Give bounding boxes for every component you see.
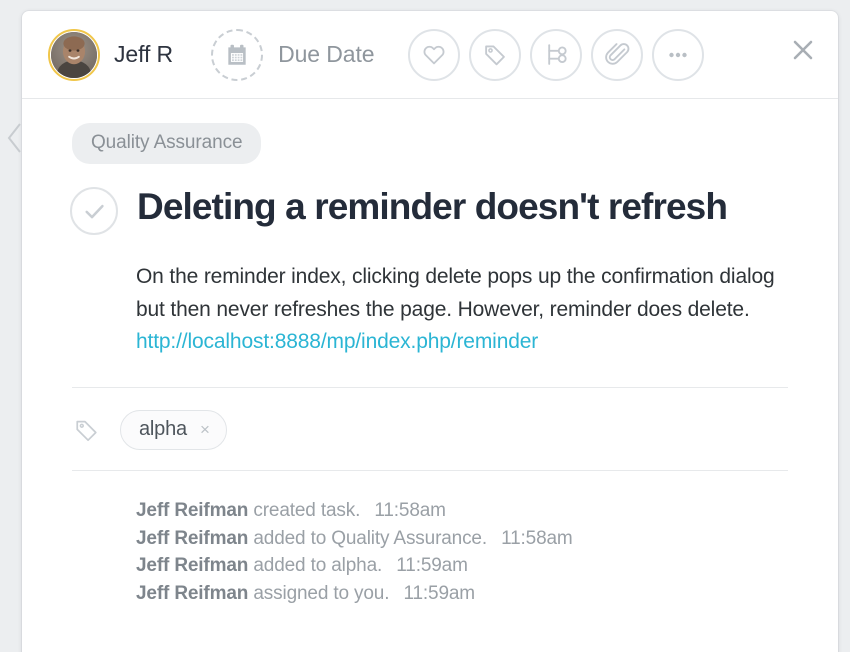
activity-actor: Jeff Reifman <box>136 555 249 577</box>
activity-item: Jeff Reifman created task. 11:58am <box>136 497 812 525</box>
panel-header: Jeff R Due Date <box>22 11 838 99</box>
activity-time: 11:59am <box>403 583 476 605</box>
chevron-left-icon <box>7 123 21 153</box>
tag-row: alpha × <box>72 408 812 452</box>
activity-time: 11:58am <box>374 499 446 521</box>
due-date-control[interactable]: Due Date <box>211 28 375 81</box>
panel-collapse-handle[interactable] <box>4 118 24 158</box>
tag-outline-icon <box>72 417 102 443</box>
assignee-name: Jeff R <box>114 41 174 67</box>
page-title: Deleting a reminder doesn't refresh <box>137 186 728 227</box>
activity-action: added to Quality Assurance. <box>253 527 487 549</box>
assignee-control[interactable]: Jeff R <box>48 28 174 81</box>
avatar[interactable] <box>48 28 100 81</box>
panel-body: Quality Assurance Deleting a reminder do… <box>22 99 838 608</box>
tag-chip[interactable]: alpha × <box>120 409 227 450</box>
divider-below-tags <box>72 469 788 471</box>
like-button[interactable] <box>408 28 461 81</box>
activity-actor: Jeff Reifman <box>136 527 249 549</box>
app-background: Jeff R Due Date Quality Assurance Deleti… <box>0 0 850 652</box>
tag-button[interactable] <box>469 28 522 81</box>
activity-item: Jeff Reifman assigned to you. 11:59am <box>136 580 812 608</box>
task-detail-panel: Jeff R Due Date Quality Assurance Deleti… <box>22 11 838 652</box>
close-icon <box>793 40 813 60</box>
subtask-icon <box>548 44 567 65</box>
activity-action: assigned to you. <box>253 583 390 605</box>
header-actions <box>408 28 705 81</box>
task-title-row: Deleting a reminder doesn't refresh <box>70 185 812 235</box>
tag-icon <box>485 45 505 66</box>
attachment-button[interactable] <box>591 28 644 81</box>
project-badge[interactable]: Quality Assurance <box>72 123 262 164</box>
subtask-button[interactable] <box>530 28 583 81</box>
activity-item: Jeff Reifman added to Quality Assurance.… <box>136 525 812 553</box>
complete-task-button[interactable] <box>70 187 118 235</box>
check-circle-icon <box>84 204 104 218</box>
ellipsis-icon <box>669 52 688 57</box>
paperclip-icon <box>605 43 630 65</box>
calendar-icon <box>228 44 246 65</box>
heart-icon <box>423 45 445 64</box>
activity-time: 11:59am <box>396 555 468 577</box>
tag-remove-button[interactable]: × <box>197 421 213 438</box>
task-description-text: On the reminder index, clicking delete p… <box>136 265 775 321</box>
more-options-button[interactable] <box>652 28 705 81</box>
avatar-photo <box>51 31 97 78</box>
close-button[interactable] <box>786 33 820 67</box>
task-description: On the reminder index, clicking delete p… <box>136 261 786 359</box>
due-date-label: Due Date <box>278 41 375 67</box>
divider-above-tags <box>72 386 788 388</box>
user-avatar-photo <box>51 31 97 78</box>
activity-action: created task. <box>253 499 361 521</box>
activity-action: added to alpha. <box>253 555 383 577</box>
activity-item: Jeff Reifman added to alpha. 11:59am <box>136 552 812 580</box>
due-date-icon-circle <box>211 28 264 81</box>
activity-actor: Jeff Reifman <box>136 499 249 521</box>
activity-actor: Jeff Reifman <box>136 583 249 605</box>
tag-chip-label: alpha <box>139 417 187 440</box>
task-description-link[interactable]: http://localhost:8888/mp/index.php/remin… <box>136 330 538 353</box>
activity-log: Jeff Reifman created task. 11:58am Jeff … <box>136 497 812 609</box>
activity-time: 11:58am <box>501 527 573 549</box>
